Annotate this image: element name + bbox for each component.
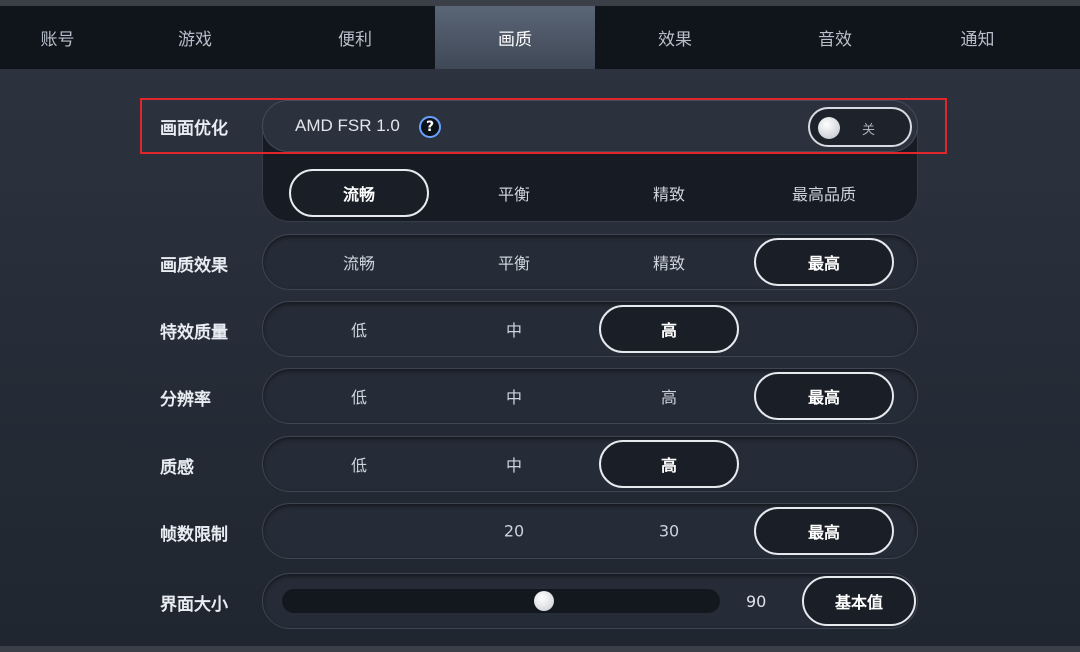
tab-game[interactable]: 游戏: [115, 6, 275, 69]
fsr-preset-balanced[interactable]: 平衡: [498, 181, 530, 205]
settings-tab-bar: 账号 游戏 便利 画质 效果 音效 通知: [0, 6, 1080, 69]
tab-effects[interactable]: 效果: [595, 6, 755, 69]
tab-account[interactable]: 账号: [0, 6, 115, 69]
frame-option-20[interactable]: 20: [504, 522, 524, 541]
frame-limit-selector: 20 30 最高: [262, 503, 918, 559]
texture-option-medium[interactable]: 中: [506, 452, 522, 476]
frame-option-highest[interactable]: 最高: [754, 507, 894, 555]
resolution-option-high[interactable]: 高: [661, 384, 677, 408]
texture-label: 质感: [160, 458, 194, 478]
fx-option-medium[interactable]: 中: [506, 317, 522, 341]
fsr-name: AMD FSR 1.0: [295, 116, 400, 135]
help-icon[interactable]: ?: [419, 116, 441, 138]
fsr-preset-fine[interactable]: 精致: [653, 181, 685, 205]
resolution-label: 分辨率: [160, 390, 211, 410]
toggle-knob: [818, 117, 840, 139]
resolution-selector: 低 中 高 最高: [262, 368, 918, 424]
ui-size-value: 90: [746, 592, 767, 611]
window-bottom-edge: [0, 646, 1080, 652]
fsr-toggle[interactable]: 关: [808, 107, 912, 147]
ui-size-slider-track[interactable]: [282, 589, 720, 613]
fx-option-high[interactable]: 高: [599, 305, 739, 353]
resolution-option-medium[interactable]: 中: [506, 384, 522, 408]
fx-option-low[interactable]: 低: [351, 317, 367, 341]
ui-size-slider-thumb[interactable]: [534, 591, 554, 611]
fx-quality-label: 特效质量: [160, 323, 228, 343]
quality-option-smooth[interactable]: 流畅: [343, 250, 375, 274]
tab-graphics[interactable]: 画质: [435, 6, 595, 69]
tab-convenience[interactable]: 便利: [275, 6, 435, 69]
tab-notifications[interactable]: 通知: [915, 6, 1040, 69]
toggle-state-label: 关: [862, 123, 876, 138]
resolution-option-highest[interactable]: 最高: [754, 372, 894, 420]
quality-option-balanced[interactable]: 平衡: [498, 250, 530, 274]
ui-size-label: 界面大小: [160, 595, 228, 615]
fsr-preset-smooth[interactable]: 流畅: [289, 169, 429, 217]
reset-default-button[interactable]: 基本值: [802, 576, 916, 626]
resolution-option-low[interactable]: 低: [351, 384, 367, 408]
quality-effect-label: 画质效果: [160, 256, 228, 276]
tab-sound[interactable]: 音效: [755, 6, 915, 69]
texture-selector: 低 中 高: [262, 436, 918, 492]
frame-limit-label: 帧数限制: [160, 525, 228, 545]
frame-option-30[interactable]: 30: [659, 522, 679, 541]
texture-option-low[interactable]: 低: [351, 452, 367, 476]
fx-quality-selector: 低 中 高: [262, 301, 918, 357]
texture-option-high[interactable]: 高: [599, 440, 739, 488]
quality-option-fine[interactable]: 精致: [653, 250, 685, 274]
quality-effect-selector: 流畅 平衡 精致 最高: [262, 234, 918, 290]
quality-option-highest[interactable]: 最高: [754, 238, 894, 286]
image-optimization-label: 画面优化: [160, 119, 228, 139]
fsr-preset-highest[interactable]: 最高品质: [792, 181, 856, 205]
